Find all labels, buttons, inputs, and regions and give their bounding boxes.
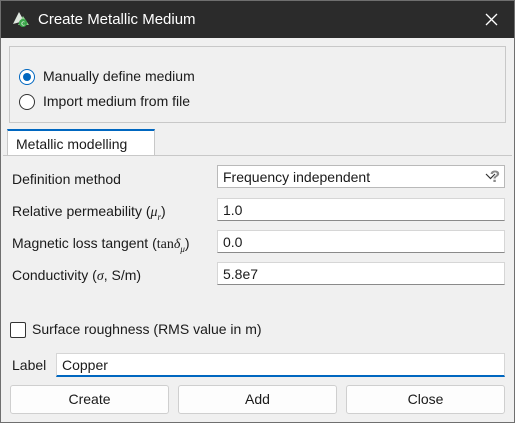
window-title: Create Metallic Medium (38, 11, 196, 28)
conductivity-label: Conductivity (σ, S/m) (12, 267, 142, 284)
radio-checked-icon[interactable] (19, 69, 35, 85)
tab-label: Metallic modelling (16, 136, 128, 152)
loss-tangent-input[interactable]: 0.0 (217, 230, 505, 253)
app-logo-icon: c (11, 9, 31, 29)
label-field-label: Label (12, 357, 47, 373)
tab-metallic-modelling[interactable]: Metallic modelling (7, 129, 155, 155)
help-icon[interactable]: ? (487, 167, 503, 186)
surface-roughness-label[interactable]: Surface roughness (RMS value in m) (32, 321, 262, 337)
dialog-window: c Create Metallic Medium Manually define… (0, 0, 515, 423)
input-value: Copper (62, 357, 108, 373)
radio-label: Import medium from file (43, 93, 191, 109)
select-value: Frequency independent (223, 169, 371, 185)
close-icon (485, 13, 498, 26)
permeability-label: Relative permeability (μr) (12, 203, 166, 222)
label-input[interactable]: Copper (56, 353, 505, 377)
svg-text:c: c (21, 20, 25, 28)
definition-method-label: Definition method (12, 171, 121, 187)
surface-roughness-checkbox[interactable] (10, 322, 26, 338)
conductivity-input[interactable]: 5.8e7 (217, 262, 505, 285)
radio-label: Manually define medium (43, 68, 195, 84)
title-bar[interactable]: c Create Metallic Medium (1, 1, 514, 38)
medium-source-group: Manually define medium Import medium fro… (9, 46, 506, 123)
input-value: 5.8e7 (223, 266, 259, 282)
add-button[interactable]: Add (178, 385, 337, 414)
input-value: 1.0 (223, 202, 243, 218)
close-button[interactable]: Close (346, 385, 505, 414)
permeability-input[interactable]: 1.0 (217, 198, 505, 221)
create-button[interactable]: Create (10, 385, 169, 414)
input-value: 0.0 (223, 234, 243, 250)
definition-method-select[interactable]: Frequency independent (217, 165, 505, 188)
loss-tangent-label: Magnetic loss tangent (tanδμ) (12, 235, 190, 254)
close-window-button[interactable] (470, 1, 514, 38)
radio-unchecked-icon[interactable] (19, 94, 35, 110)
